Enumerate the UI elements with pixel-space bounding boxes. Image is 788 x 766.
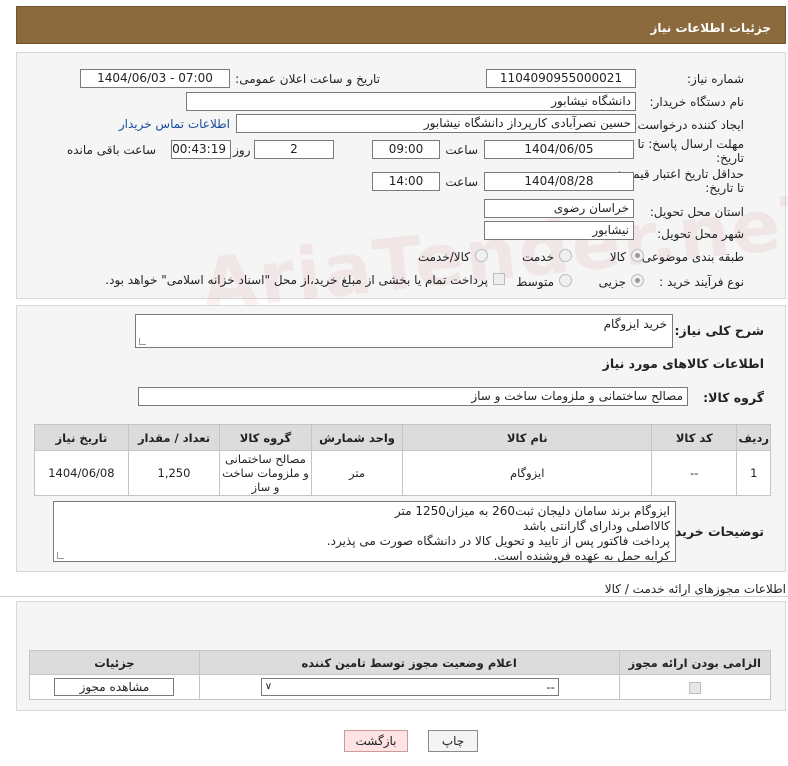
process-label: نوع فرآیند خرید : <box>659 275 744 289</box>
buyer-org-field: دانشگاه نیشابور <box>186 92 636 111</box>
col-group: گروه کالا <box>219 424 312 451</box>
category-radio-goods[interactable] <box>631 249 644 262</box>
validity-label-date: تا تاریخ: <box>705 181 744 195</box>
col-code: کد کالا <box>651 424 738 451</box>
permits-table-header: الزامی بودن ارائه مجوز اعلام وضعیت مجوز … <box>29 650 772 675</box>
table-row: ∨ -- مشاهده مجوز <box>29 674 772 700</box>
creator-label: ایجاد کننده درخواست: <box>633 118 744 132</box>
buyer-note-line: کالااصلی ودارای گارانتی باشد <box>523 519 670 533</box>
cell-unit: متر <box>310 450 404 496</box>
remaining-time-field: 00:43:19 <box>171 140 231 159</box>
cell-date: 1404/06/08 <box>34 450 129 496</box>
goods-group-label: گروه کالا: <box>703 390 764 405</box>
validity-label: حداقل تاریخ اعتبار قیمت: <box>617 167 744 181</box>
permit-status-value: -- <box>546 680 555 694</box>
cell-row: 1 <box>736 450 771 496</box>
cell-name: ایزوگام <box>402 450 653 496</box>
col-permit-details: جزئیات <box>29 650 200 675</box>
city-label: شهر محل تحویل: <box>657 227 744 241</box>
section-divider <box>0 596 788 597</box>
description-text: خرید ایزوگام <box>603 317 667 331</box>
province-label: استان محل تحویل: <box>649 205 744 219</box>
cell-permit-status: ∨ -- <box>198 674 620 700</box>
validity-time-label: ساعت <box>445 175 478 189</box>
remaining-time-label: ساعت باقی مانده <box>66 143 156 157</box>
cell-permit-details: مشاهده مجوز <box>29 674 200 700</box>
validity-time-field: 14:00 <box>372 172 440 191</box>
print-button[interactable]: چاپ <box>428 730 478 752</box>
col-qty: تعداد / مقدار <box>127 424 221 451</box>
deadline-time-field: 09:00 <box>372 140 440 159</box>
deadline-time-label: ساعت <box>445 143 478 157</box>
chevron-down-icon: ∨ <box>264 681 273 692</box>
col-date: تاریخ نیاز <box>34 424 129 451</box>
days-field: 2 <box>254 140 334 159</box>
category-radio-service[interactable] <box>559 249 572 262</box>
process-radio-medium[interactable] <box>559 274 572 287</box>
col-permit-required: الزامی بودن ارائه مجوز <box>618 650 772 675</box>
cell-code: -- <box>651 450 738 496</box>
announce-label: تاریخ و ساعت اعلان عمومی: <box>235 72 380 86</box>
permits-table: الزامی بودن ارائه مجوز اعلام وضعیت مجوز … <box>29 650 772 700</box>
category-option-goods: کالا <box>609 250 626 264</box>
buyer-contact-link[interactable]: اطلاعات تماس خریدار <box>119 117 230 131</box>
permit-required-checkbox <box>688 681 701 694</box>
goods-group-field: مصالح ساختمانی و ملزومات ساخت و ساز <box>138 387 688 406</box>
description-label: شرح کلی نیاز: <box>674 323 764 338</box>
buyer-notes-textarea[interactable]: ایزوگام برند سامان دلیجان ثبت260 به میزا… <box>53 501 676 563</box>
description-textarea[interactable]: خرید ایزوگام <box>135 314 673 348</box>
buyer-note-line: کرایه حمل به عهده فروشنده است. <box>493 549 670 563</box>
deadline-date-field: 1404/06/05 <box>484 140 634 159</box>
buyer-note-line: ایزوگام برند سامان دلیجان ثبت260 به میزا… <box>394 504 670 518</box>
payment-note: پرداخت تمام یا بخشی از مبلغ خرید،از محل … <box>105 273 488 287</box>
province-field: خراسان رضوی <box>484 199 634 218</box>
goods-section-title: اطلاعات کالاهای مورد نیاز <box>602 356 764 371</box>
col-name: نام کالا <box>402 424 653 451</box>
view-permit-button[interactable]: مشاهده مجوز <box>54 678 175 696</box>
deadline-label: مهلت ارسال پاسخ: تا <box>637 137 744 151</box>
page-title: جزئیات اطلاعات نیاز <box>650 21 771 35</box>
buyer-note-line: پرداخت فاکتور پس از تایید و تحویل کالا د… <box>326 534 670 548</box>
validity-date-field: 1404/08/28 <box>484 172 634 191</box>
goods-table-header: ردیف کد کالا نام کالا واحد شمارش گروه کا… <box>34 424 771 451</box>
back-button[interactable]: بازگشت <box>344 730 408 752</box>
process-option-minor: جزیی <box>598 275 626 289</box>
permit-status-select[interactable]: ∨ -- <box>260 678 559 696</box>
process-option-medium: متوسط <box>516 275 554 289</box>
permits-section-title: اطلاعات مجوزهای ارائه خدمت / کالا <box>604 582 786 596</box>
process-radio-minor[interactable] <box>631 274 644 287</box>
category-label: طبقه بندی موضوعی: <box>637 250 744 264</box>
page-header: جزئیات اطلاعات نیاز <box>16 6 786 44</box>
creator-field: حسین نصرآبادی کارپرداز دانشگاه نیشابور <box>236 114 636 133</box>
resize-grip-icon[interactable] <box>139 338 146 345</box>
category-option-service: خدمت <box>522 250 554 264</box>
col-permit-status: اعلام وضعیت مجوز توسط تامین کننده <box>198 650 620 675</box>
category-radio-goods-service[interactable] <box>475 249 488 262</box>
treasury-checkbox[interactable] <box>493 273 505 285</box>
announce-field: 1404/06/03 - 07:00 <box>80 69 230 88</box>
cell-qty: 1,250 <box>127 450 221 496</box>
deadline-label-date: تاریخ: <box>716 151 744 165</box>
cell-group: مصالح ساختمانی و ملزومات ساخت و ساز <box>219 450 312 496</box>
city-field: نیشابور <box>484 221 634 240</box>
cell-permit-required <box>618 674 772 700</box>
category-option-goods-service: کالا/خدمت <box>417 250 470 264</box>
col-unit: واحد شمارش <box>310 424 404 451</box>
need-number-field: 1104090955000021 <box>486 69 636 88</box>
table-row: 1 -- ایزوگام متر مصالح ساختمانی و ملزوما… <box>34 450 771 496</box>
col-row: ردیف <box>736 424 771 451</box>
buyer-org-label: نام دستگاه خریدار: <box>649 95 745 109</box>
need-number-label: شماره نیاز: <box>687 72 744 86</box>
goods-table: ردیف کد کالا نام کالا واحد شمارش گروه کا… <box>34 424 771 496</box>
resize-grip-icon[interactable] <box>57 552 64 559</box>
